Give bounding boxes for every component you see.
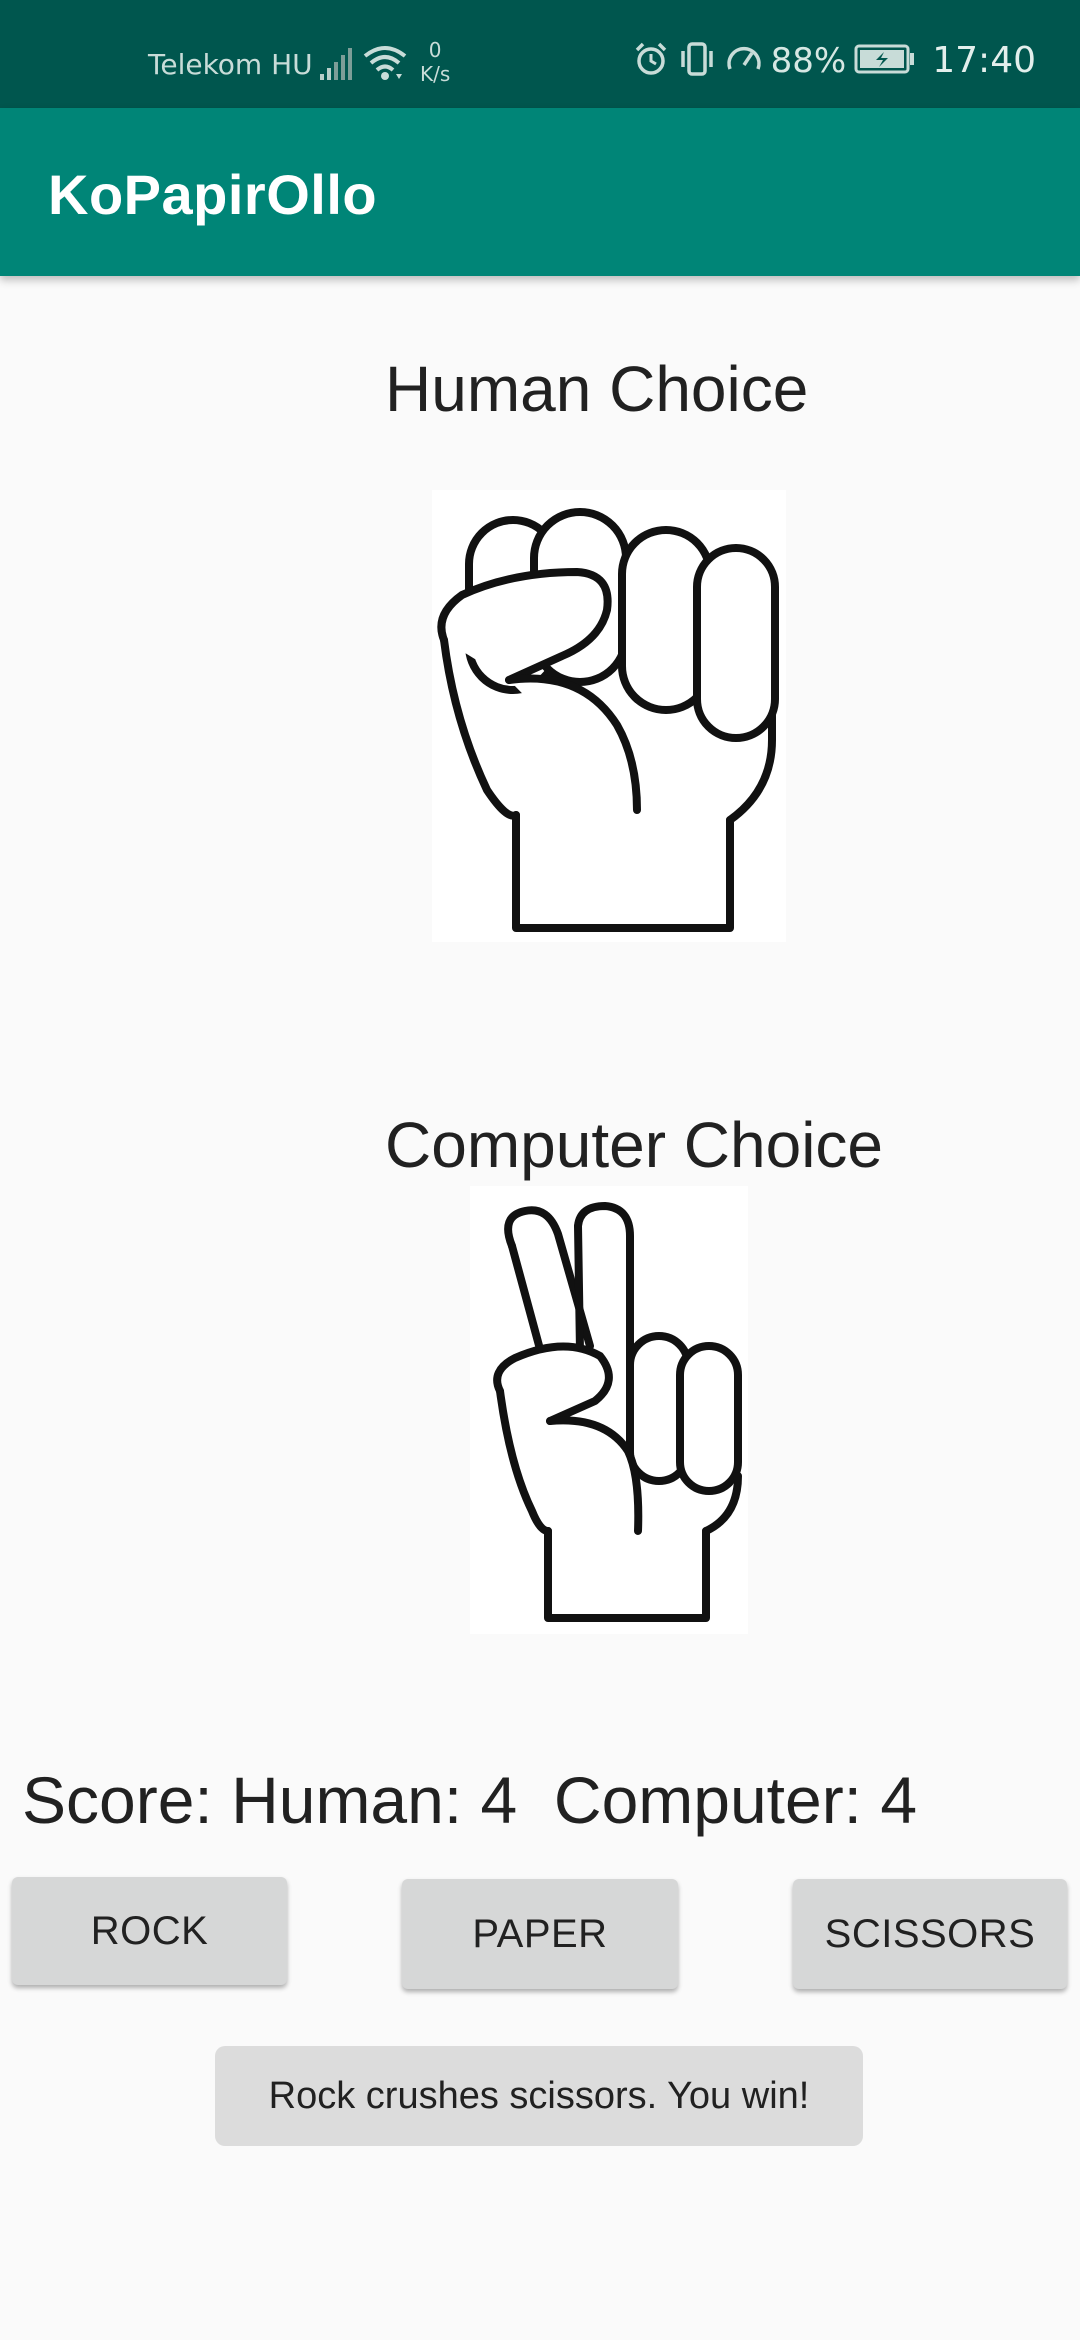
score-text: Score: Human: 4 Computer: 4 xyxy=(22,1763,918,1837)
network-speed-unit: K/s xyxy=(420,62,451,86)
battery-percent: 88% xyxy=(770,40,847,81)
alarm-icon xyxy=(633,41,669,81)
status-bar: Telekom HU 0 K/s 88% 17:40 xyxy=(0,0,1080,108)
network-speed: 0 K/s xyxy=(420,38,450,86)
rock-hand-icon xyxy=(437,508,779,932)
vibrate-icon xyxy=(677,41,717,81)
carrier-name: Telekom HU xyxy=(148,48,313,81)
paper-button[interactable]: PAPER xyxy=(402,1879,678,1989)
scissors-button[interactable]: SCISSORS xyxy=(793,1879,1067,1989)
clock: 17:40 xyxy=(932,40,1036,81)
human-choice-label: Human Choice xyxy=(385,353,809,425)
battery-icon xyxy=(854,43,916,79)
human-choice-image xyxy=(432,490,786,942)
computer-choice-image xyxy=(470,1186,748,1634)
rock-button[interactable]: ROCK xyxy=(12,1877,287,1985)
status-right-group: 88% 17:40 xyxy=(633,40,1036,81)
computer-choice-label: Computer Choice xyxy=(385,1109,883,1181)
scissors-hand-icon xyxy=(493,1202,742,1622)
signal-icon xyxy=(318,46,356,86)
speed-icon xyxy=(725,41,763,81)
app-bar: KoPapirOllo xyxy=(0,108,1080,276)
wifi-icon xyxy=(362,44,408,88)
network-speed-value: 0 xyxy=(428,38,442,62)
result-message: Rock crushes scissors. You win! xyxy=(215,2046,863,2146)
app-title: KoPapirOllo xyxy=(48,163,378,226)
